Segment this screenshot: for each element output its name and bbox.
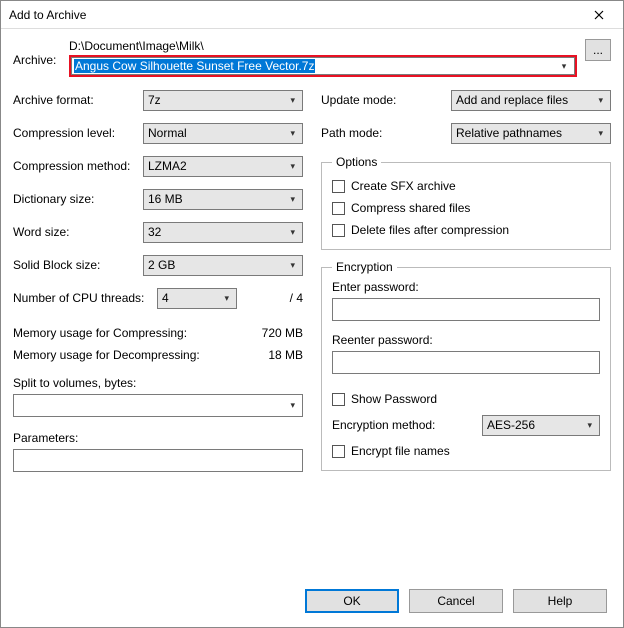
options-group: Options Create SFX archive Compress shar…	[321, 155, 611, 250]
mem-compress-label: Memory usage for Compressing:	[13, 326, 187, 340]
checkbox-icon	[332, 180, 345, 193]
title-bar: Add to Archive	[1, 1, 623, 29]
chevron-down-icon: ▾	[287, 194, 298, 205]
word-size-select[interactable]: 32▾	[143, 222, 303, 243]
cancel-button[interactable]: Cancel	[409, 589, 503, 613]
delete-after-checkbox[interactable]: Delete files after compression	[332, 223, 600, 237]
chevron-down-icon: ▾	[287, 227, 298, 238]
browse-button[interactable]: ...	[585, 39, 611, 61]
path-mode-label: Path mode:	[321, 126, 451, 140]
encryption-legend: Encryption	[332, 260, 397, 274]
enter-password-label: Enter password:	[332, 280, 600, 294]
update-mode-label: Update mode:	[321, 93, 451, 107]
mem-decompress-value: 18 MB	[268, 348, 303, 362]
encryption-group: Encryption Enter password: Reenter passw…	[321, 260, 611, 471]
solid-block-size-select[interactable]: 2 GB▾	[143, 255, 303, 276]
browse-label: ...	[593, 43, 603, 57]
archive-label: Archive:	[13, 39, 69, 67]
close-button[interactable]	[579, 3, 619, 27]
chevron-down-icon: ▾	[287, 128, 298, 139]
show-password-checkbox[interactable]: Show Password	[332, 392, 600, 406]
checkbox-icon	[332, 202, 345, 215]
archive-name-combo[interactable]: Angus Cow Silhouette Sunset Free Vector.…	[71, 57, 575, 75]
chevron-down-icon: ▾	[221, 293, 232, 304]
chevron-down-icon: ▾	[287, 400, 298, 411]
create-sfx-checkbox[interactable]: Create SFX archive	[332, 179, 600, 193]
close-icon	[594, 10, 604, 20]
solid-block-size-label: Solid Block size:	[13, 258, 143, 272]
archive-name-value: Angus Cow Silhouette Sunset Free Vector.…	[74, 59, 315, 73]
reenter-password-label: Reenter password:	[332, 333, 600, 347]
update-mode-select[interactable]: Add and replace files▾	[451, 90, 611, 111]
compression-level-label: Compression level:	[13, 126, 143, 140]
options-legend: Options	[332, 155, 381, 169]
reenter-password-input[interactable]	[332, 351, 600, 374]
cpu-threads-select[interactable]: 4▾	[157, 288, 237, 309]
encryption-method-label: Encryption method:	[332, 418, 482, 432]
chevron-down-icon: ▾	[584, 420, 595, 431]
chevron-down-icon: ▾	[287, 95, 298, 106]
cpu-threads-total: / 4	[243, 291, 303, 305]
mem-decompress-label: Memory usage for Decompressing:	[13, 348, 200, 362]
compression-level-select[interactable]: Normal▾	[143, 123, 303, 144]
checkbox-icon	[332, 393, 345, 406]
help-button[interactable]: Help	[513, 589, 607, 613]
chevron-down-icon: ▾	[556, 61, 572, 72]
compression-method-label: Compression method:	[13, 159, 143, 173]
checkbox-icon	[332, 445, 345, 458]
chevron-down-icon: ▾	[287, 260, 298, 271]
archive-format-label: Archive format:	[13, 93, 143, 107]
chevron-down-icon: ▾	[287, 161, 298, 172]
parameters-input[interactable]	[13, 449, 303, 472]
word-size-label: Word size:	[13, 225, 143, 239]
archive-format-select[interactable]: 7z▾	[143, 90, 303, 111]
archive-name-highlight: Angus Cow Silhouette Sunset Free Vector.…	[69, 55, 577, 77]
chevron-down-icon: ▾	[595, 128, 606, 139]
dictionary-size-select[interactable]: 16 MB▾	[143, 189, 303, 210]
parameters-label: Parameters:	[13, 431, 303, 445]
ok-button[interactable]: OK	[305, 589, 399, 613]
checkbox-icon	[332, 224, 345, 237]
split-volumes-combo[interactable]: ▾	[13, 394, 303, 417]
compression-method-select[interactable]: LZMA2▾	[143, 156, 303, 177]
mem-compress-value: 720 MB	[262, 326, 303, 340]
encrypt-filenames-checkbox[interactable]: Encrypt file names	[332, 444, 600, 458]
dictionary-size-label: Dictionary size:	[13, 192, 143, 206]
archive-path: D:\Document\Image\Milk\	[69, 39, 577, 53]
enter-password-input[interactable]	[332, 298, 600, 321]
cpu-threads-label: Number of CPU threads:	[13, 291, 157, 305]
path-mode-select[interactable]: Relative pathnames▾	[451, 123, 611, 144]
split-volumes-label: Split to volumes, bytes:	[13, 376, 303, 390]
compress-shared-checkbox[interactable]: Compress shared files	[332, 201, 600, 215]
chevron-down-icon: ▾	[595, 95, 606, 106]
encryption-method-select[interactable]: AES-256▾	[482, 415, 600, 436]
window-title: Add to Archive	[9, 8, 579, 22]
